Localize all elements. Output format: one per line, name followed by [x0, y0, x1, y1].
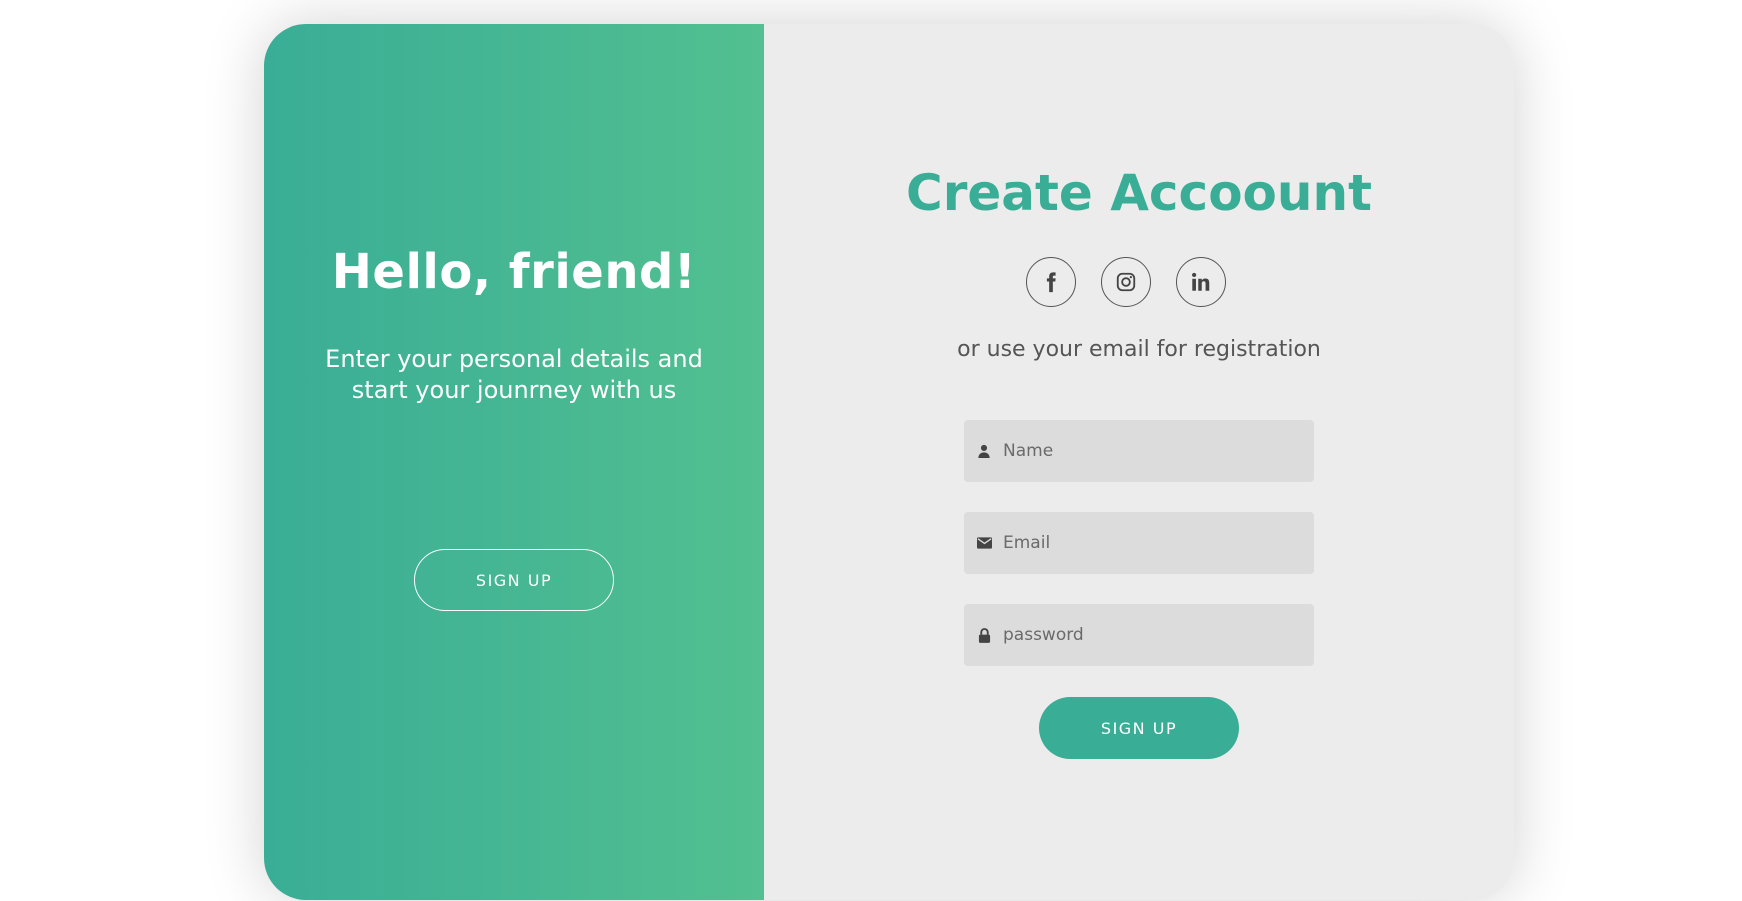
signup-card: Hello, friend! Enter your personal detai…: [264, 24, 1514, 900]
facebook-button[interactable]: [1026, 257, 1076, 307]
password-input[interactable]: [1001, 624, 1305, 646]
linkedin-button[interactable]: [1176, 257, 1226, 307]
email-field[interactable]: [964, 512, 1314, 574]
welcome-panel: Hello, friend! Enter your personal detai…: [264, 24, 764, 900]
linkedin-icon: [1192, 272, 1210, 291]
form-title: Create Accoount: [906, 164, 1372, 222]
submit-signup-button[interactable]: SIGN UP: [1039, 697, 1239, 759]
envelope-icon: [976, 535, 992, 551]
instagram-icon: [1116, 272, 1136, 292]
social-login-row: [1026, 257, 1226, 307]
user-icon: [976, 443, 992, 459]
signup-form-panel: Create Accoount or use your email for re…: [764, 24, 1514, 900]
name-field[interactable]: [964, 420, 1314, 482]
registration-hint: or use your email for registration: [957, 337, 1321, 362]
welcome-title: Hello, friend!: [331, 244, 697, 300]
welcome-message: Enter your personal details and start yo…: [325, 345, 703, 404]
switch-signup-button[interactable]: SIGN UP: [414, 549, 614, 611]
facebook-icon: [1046, 272, 1056, 293]
password-field[interactable]: [964, 604, 1314, 666]
instagram-button[interactable]: [1101, 257, 1151, 307]
email-input[interactable]: [1001, 532, 1305, 554]
name-input[interactable]: [1001, 440, 1305, 462]
lock-icon: [976, 627, 992, 643]
